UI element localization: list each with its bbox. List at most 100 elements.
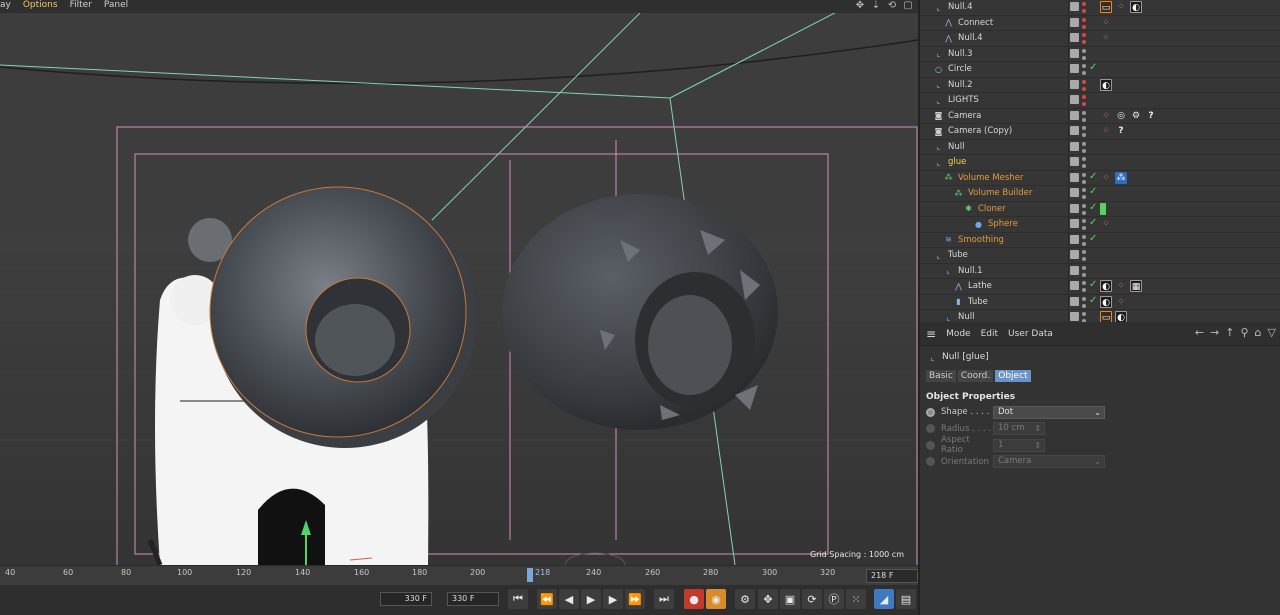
object-row[interactable]: ⌞ Tube (920, 248, 1280, 264)
visibility-toggle[interactable] (1082, 157, 1087, 168)
object-name[interactable]: Tube (968, 297, 988, 307)
layer-swatch[interactable] (1070, 312, 1079, 321)
layer-swatch[interactable] (1070, 172, 1079, 182)
object-name[interactable]: Null (958, 312, 974, 322)
orange-tag-icon[interactable]: ▭ (1100, 1, 1112, 13)
object-row[interactable]: ○ Circle ✓ (920, 62, 1280, 78)
dots-tag-icon[interactable]: ⁘ (1100, 17, 1112, 29)
blue-tag-icon[interactable]: ⁂ (1115, 171, 1127, 184)
position-key-button[interactable]: ✥ (758, 589, 778, 609)
object-name[interactable]: glue (948, 157, 966, 167)
object-name[interactable]: Circle (948, 64, 972, 74)
scene-end-field[interactable]: 330 F (447, 592, 499, 606)
dots-tag-icon[interactable]: ⁘ (1115, 280, 1127, 292)
visibility-toggle[interactable] (1082, 312, 1087, 322)
object-name[interactable]: Null.4 (948, 2, 973, 12)
film-button[interactable]: ▤ (896, 589, 916, 609)
object-row[interactable]: ▮ Tube ✓ ◐ ⁘ (920, 294, 1280, 310)
layer-swatch[interactable] (1070, 234, 1079, 244)
enabled-check-icon[interactable]: ✓ (1089, 186, 1097, 197)
layer-swatch[interactable] (1070, 2, 1079, 11)
object-row[interactable]: ⋀ Null.4 ⁘ (920, 31, 1280, 47)
object-manager[interactable]: ⌞ Null.4 ▭ ⁘ ◐ ⋀ Connect ⁘ ⋀ Null.4 ⁘ ⌞ Null.3 ○ Circl… (918, 0, 1280, 322)
object-name[interactable]: Cloner (978, 204, 1006, 214)
visibility-toggle[interactable] (1082, 79, 1087, 91)
layer-swatch[interactable] (1070, 219, 1079, 228)
layer-swatch[interactable] (1070, 141, 1079, 151)
new-panel-icon[interactable]: ⌂ (1255, 326, 1262, 339)
layer-swatch[interactable] (1070, 48, 1079, 58)
object-row[interactable]: ◙ Camera (Copy) ⁘? (920, 124, 1280, 140)
object-row[interactable]: ⌞ LIGHTS (920, 93, 1280, 109)
goto-end-button[interactable]: ⏭ (654, 589, 674, 609)
shape-dropdown[interactable]: Dot ⌄ (993, 405, 1105, 419)
visibility-toggle[interactable] (1082, 33, 1087, 44)
next-frame-button[interactable]: ▶ (603, 589, 623, 609)
dark-tag-icon[interactable]: ◐ (1115, 311, 1127, 322)
enabled-check-icon[interactable]: ✓ (1089, 233, 1097, 244)
visibility-toggle[interactable] (1082, 64, 1087, 75)
move-view-icon[interactable]: ✥ (854, 0, 866, 13)
object-name[interactable]: Null.2 (948, 80, 973, 90)
prev-frame-button[interactable]: ◀ (559, 589, 579, 609)
dark-tag-icon[interactable]: ◐ (1100, 295, 1112, 308)
dots-tag-icon[interactable]: ⁘ (1100, 110, 1112, 122)
visibility-toggle[interactable] (1082, 188, 1087, 199)
attr-menu-mode[interactable]: Mode (946, 329, 971, 339)
layer-swatch[interactable] (1070, 250, 1079, 259)
dark-tag-icon[interactable]: ◐ (1100, 280, 1112, 292)
dots-tag-icon[interactable]: ⁘ (1115, 296, 1127, 308)
object-name[interactable]: Tube (948, 250, 968, 260)
enabled-check-icon[interactable]: ✓ (1089, 217, 1097, 228)
object-name[interactable]: LIGHTS (948, 95, 979, 105)
object-row[interactable]: ⌞ Null ▭ ◐ (920, 310, 1280, 322)
visibility-toggle[interactable] (1082, 234, 1087, 246)
object-name[interactable]: Volume Mesher (958, 173, 1023, 183)
visibility-toggle[interactable] (1082, 296, 1087, 308)
up-arrow-icon[interactable]: ↑ (1225, 326, 1234, 339)
interpolation-button[interactable]: ◢ (874, 589, 894, 609)
enabled-check-icon[interactable]: ✓ (1089, 171, 1097, 182)
next-key-button[interactable]: ⏩ (625, 589, 645, 609)
object-name[interactable]: Null.1 (958, 266, 983, 276)
timeline-ruler[interactable]: 40 60 80 100 120 140 160 180 200 218 240… (0, 565, 918, 585)
hamburger-icon[interactable]: ≡ (926, 327, 936, 341)
dots-tag-icon[interactable]: ⁘ (1100, 125, 1112, 137)
viewport-menu-display[interactable]: ay (0, 0, 17, 13)
orange-tag-icon[interactable]: ▭ (1100, 311, 1112, 322)
play-button[interactable]: ▶ (581, 589, 601, 609)
gear-tag-icon[interactable]: ⚙ (1130, 110, 1142, 122)
object-row[interactable]: ≋ Smoothing ✓ (920, 232, 1280, 248)
visibility-toggle[interactable] (1082, 17, 1087, 29)
object-name[interactable]: Connect (958, 18, 993, 28)
object-name[interactable]: Camera (948, 111, 981, 121)
autokey-button[interactable]: ◉ (706, 589, 726, 609)
layer-swatch[interactable] (1070, 188, 1079, 197)
object-name[interactable]: Null (948, 142, 964, 152)
object-name[interactable]: Lathe (968, 281, 992, 291)
visibility-toggle[interactable] (1082, 172, 1087, 184)
visibility-toggle[interactable] (1082, 250, 1087, 261)
object-row[interactable]: ⋀ Connect ⁘ (920, 15, 1280, 31)
visibility-toggle[interactable] (1082, 95, 1087, 106)
object-row[interactable]: ⌞ Null.4 ▭ ⁘ ◐ (920, 0, 1280, 16)
parameter-key-button[interactable]: Ⓟ (824, 589, 844, 609)
green-tag-icon[interactable] (1100, 202, 1106, 215)
dark-tag-icon[interactable]: ◐ (1130, 1, 1142, 13)
target-tag-icon[interactable]: ◎ (1115, 110, 1127, 122)
check-tag-icon[interactable]: ▦ (1130, 280, 1142, 292)
enabled-check-icon[interactable]: ✓ (1089, 202, 1097, 213)
record-keys-button[interactable]: ● (684, 589, 704, 609)
prev-key-button[interactable]: ⏪ (537, 589, 557, 609)
current-frame-field[interactable]: 218 F (866, 569, 918, 583)
visibility-toggle[interactable] (1082, 141, 1087, 153)
object-name[interactable]: Null.3 (948, 49, 973, 59)
object-row[interactable]: ✱ Cloner ✓ (920, 201, 1280, 217)
layer-swatch[interactable] (1070, 33, 1079, 42)
zoom-view-icon[interactable]: ⇣ (870, 0, 882, 13)
object-row[interactable]: ⁂ Volume Mesher ✓ ⁘ ⁂ (920, 170, 1280, 186)
attr-menu-edit[interactable]: Edit (981, 329, 998, 339)
object-name[interactable]: Volume Builder (968, 188, 1032, 198)
preview-end-field[interactable]: 330 F (380, 592, 432, 606)
object-row[interactable]: ⌞ Null.2 ◐ (920, 77, 1280, 93)
